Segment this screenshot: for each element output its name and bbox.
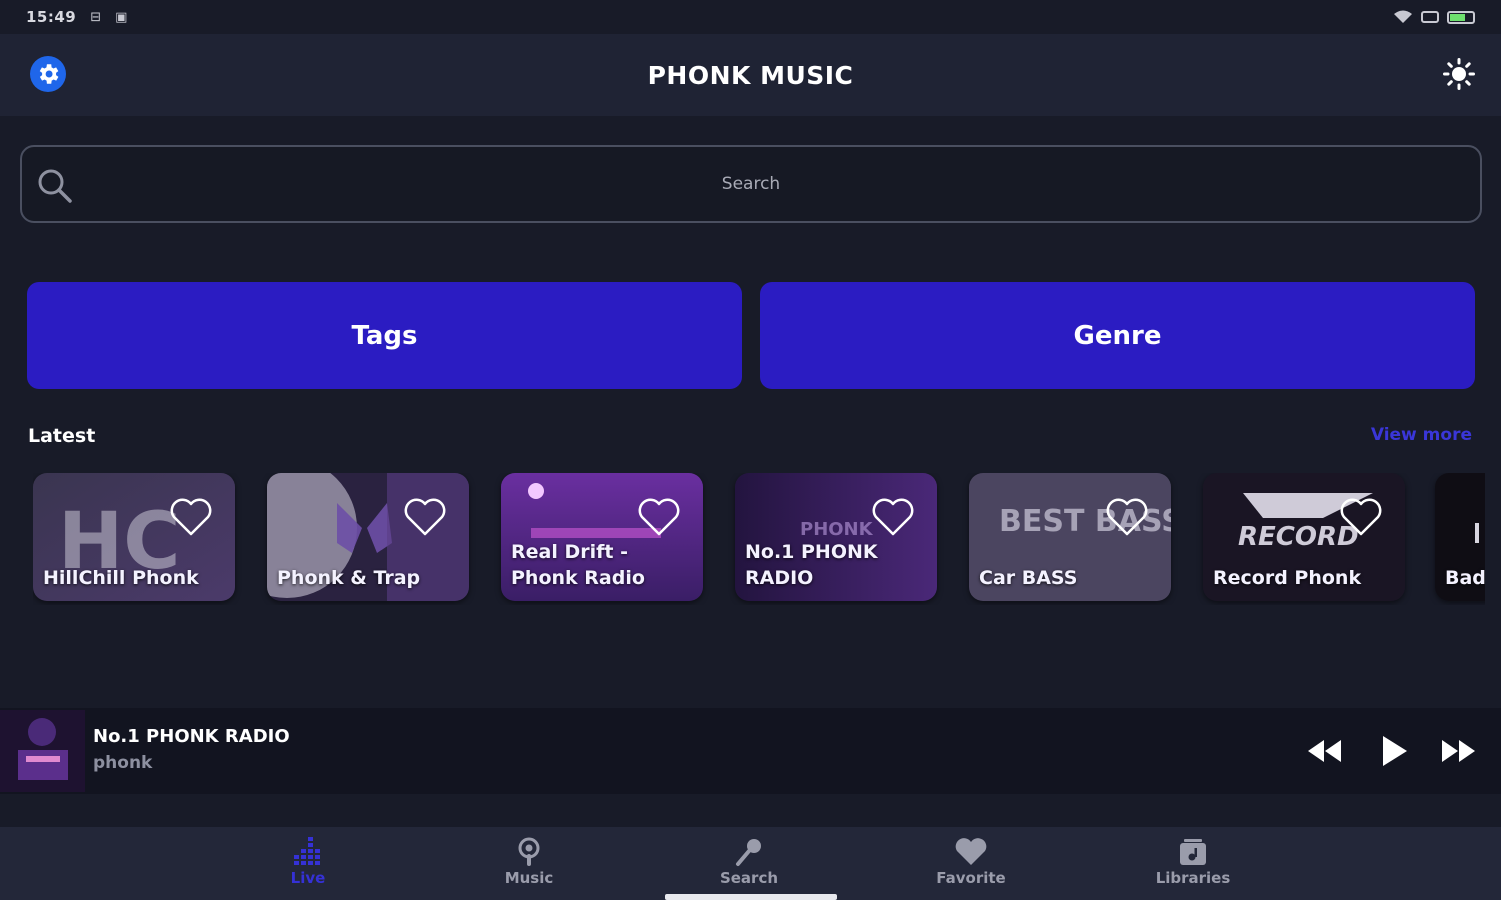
bottom-navigation: Live Music Search Favorite Libraries [0, 827, 1501, 900]
station-name: Car BASS [979, 567, 1078, 589]
mini-player[interactable]: No.1 PHONK RADIO phonk [0, 708, 1501, 794]
nav-label: Music [504, 869, 554, 887]
nav-label: Favorite [936, 869, 1006, 887]
favorite-heart-icon[interactable] [403, 497, 447, 537]
sun-icon[interactable] [1443, 58, 1475, 90]
nav-label: Live [290, 869, 326, 887]
now-playing-subtitle: phonk [93, 753, 153, 773]
nav-favorite[interactable]: Favorite [891, 827, 1051, 900]
notification-icon: ▣ [115, 9, 128, 25]
heart-icon [955, 838, 987, 865]
library-icon [1180, 839, 1206, 865]
station-card[interactable]: Bad [1435, 473, 1485, 601]
nav-libraries[interactable]: Libraries [1113, 827, 1273, 900]
now-playing-title: No.1 PHONK RADIO [93, 726, 290, 747]
station-card[interactable]: BEST BASS Car BASS [969, 473, 1171, 601]
now-playing-artwork [0, 710, 85, 792]
station-name: Phonk & Trap [277, 567, 421, 589]
screen-icon [1421, 11, 1439, 23]
rewind-icon[interactable] [1305, 732, 1345, 770]
battery-icon [1447, 10, 1475, 24]
status-time: 15:49 [26, 8, 77, 26]
station-name: Bad [1445, 567, 1485, 589]
search-bar[interactable] [20, 145, 1482, 223]
station-card[interactable]: PHONK No.1 PHONK RADIO [735, 473, 937, 601]
station-art-text: PHONK [800, 519, 874, 540]
status-bar: 15:49 ⊟ ▣ [0, 0, 1501, 34]
station-card[interactable]: RECORD Record Phonk [1203, 473, 1405, 601]
station-name: No.1 PHONK RADIO [745, 541, 878, 589]
favorite-heart-icon[interactable] [1339, 497, 1383, 537]
favorite-heart-icon[interactable] [1105, 497, 1149, 537]
search-input[interactable] [451, 174, 1051, 194]
favorite-heart-icon[interactable] [169, 497, 213, 537]
equalizer-icon [294, 837, 320, 865]
play-icon[interactable] [1374, 732, 1414, 770]
station-card[interactable]: HC HillChill Phonk [33, 473, 235, 601]
view-more-link[interactable]: View more [1371, 425, 1472, 445]
station-name: HillChill Phonk [43, 567, 199, 589]
latest-heading: Latest [28, 425, 96, 447]
wifi-icon [1394, 10, 1412, 23]
station-card[interactable]: Real Drift - Phonk Radio [501, 473, 703, 601]
gear-icon [39, 64, 59, 84]
podcast-icon [518, 837, 540, 866]
tags-button[interactable]: Tags [27, 282, 742, 389]
fast-forward-icon[interactable] [1438, 732, 1478, 770]
page-title: PHONK MUSIC [647, 60, 854, 90]
nav-search[interactable]: Search [669, 827, 829, 900]
nav-music[interactable]: Music [449, 827, 609, 900]
sim-icon: ⊟ [90, 9, 102, 25]
search-icon [38, 169, 72, 203]
favorite-heart-icon[interactable] [871, 497, 915, 537]
app-bar: PHONK MUSIC [0, 34, 1501, 116]
genre-button[interactable]: Genre [760, 282, 1475, 389]
station-name: Real Drift - Phonk Radio [511, 541, 645, 589]
home-indicator [665, 894, 837, 900]
microphone-icon [736, 839, 761, 866]
favorite-heart-icon[interactable] [637, 497, 681, 537]
nav-label: Libraries [1155, 869, 1231, 887]
nav-live[interactable]: Live [228, 827, 388, 900]
station-card[interactable]: Phonk & Trap [267, 473, 469, 601]
settings-button[interactable] [30, 56, 66, 92]
latest-stations-list: HC HillChill Phonk Phonk & Trap Real Dri… [33, 473, 1485, 605]
nav-label: Search [719, 869, 779, 887]
station-name: Record Phonk [1213, 567, 1362, 589]
